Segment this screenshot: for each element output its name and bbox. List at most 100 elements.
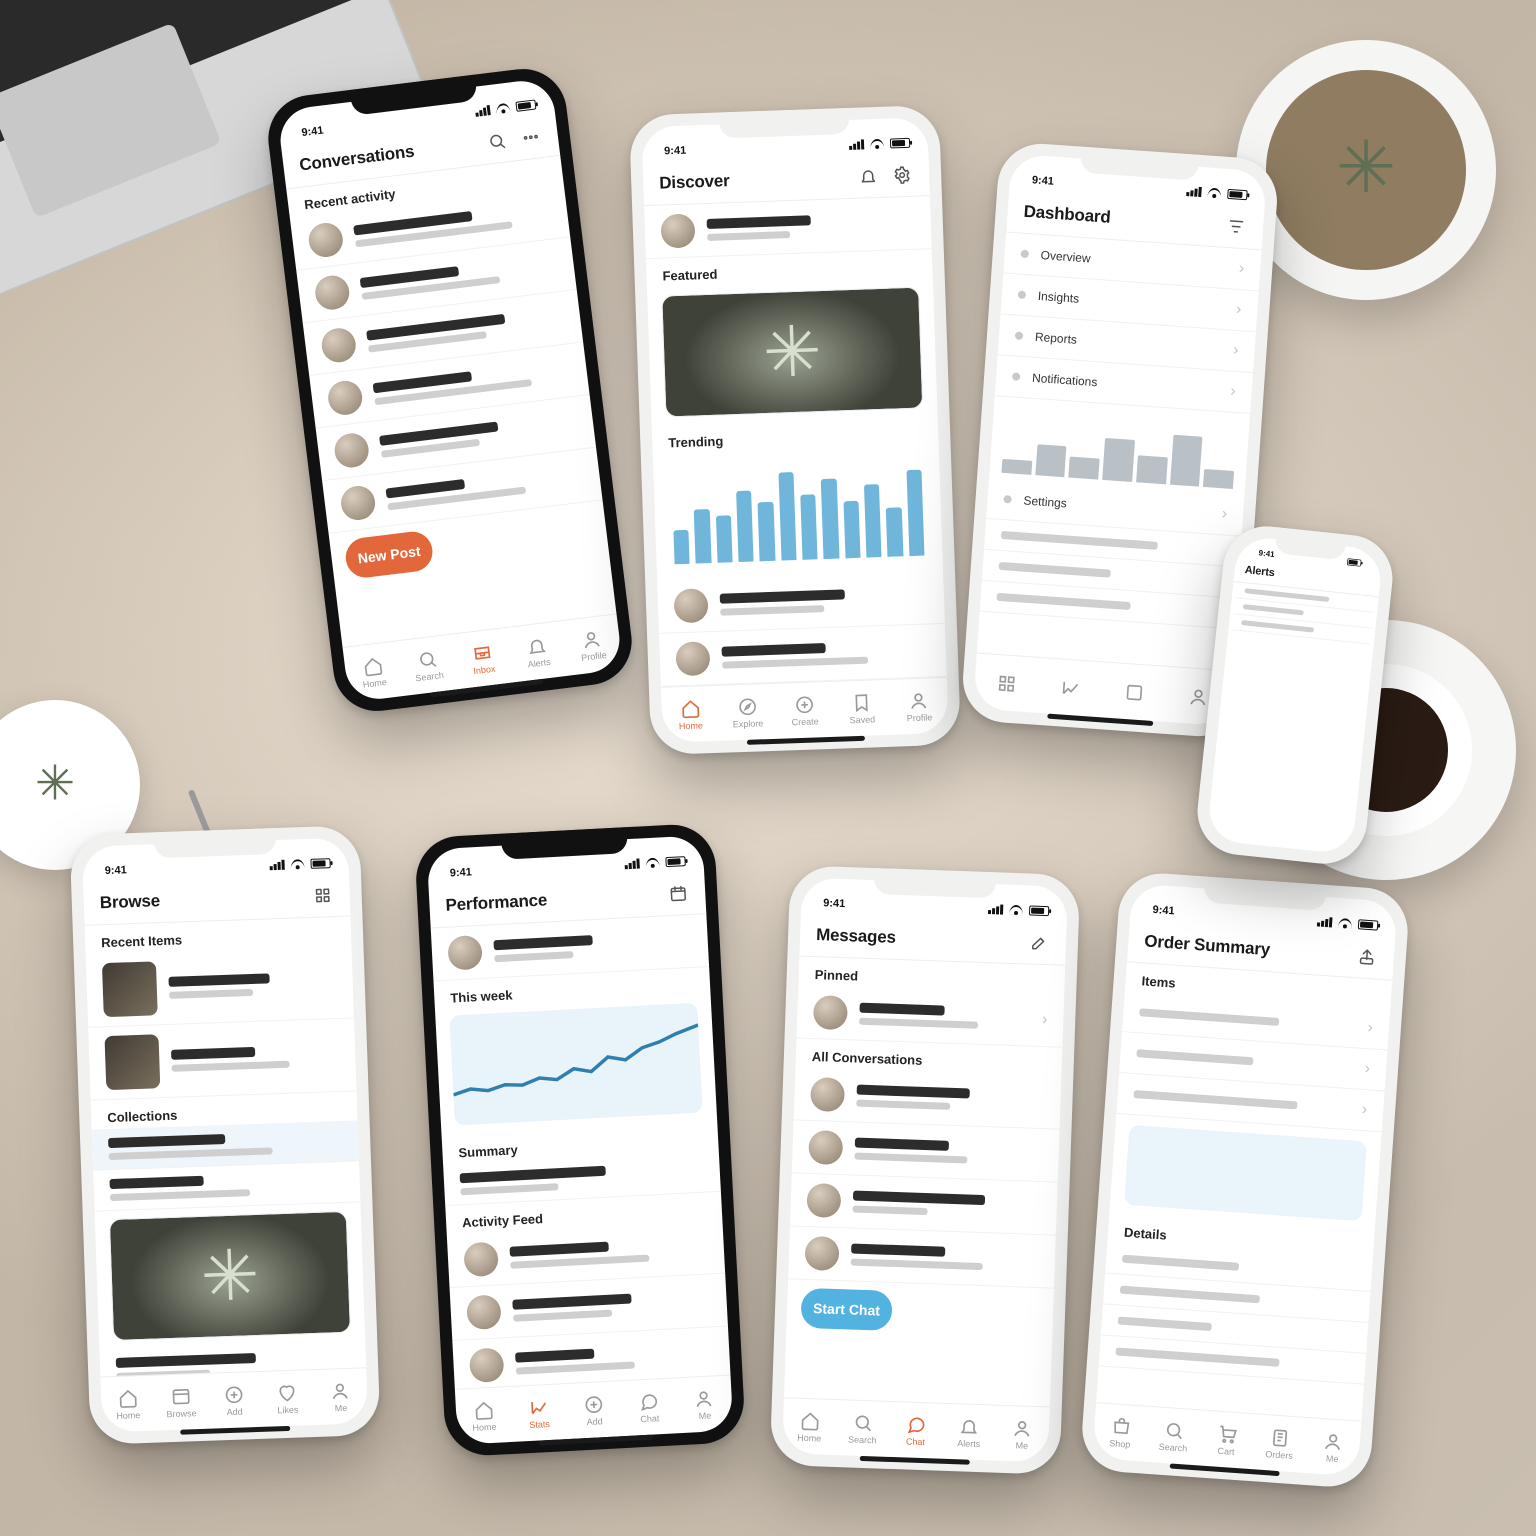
tab-profile[interactable]: Profile [890, 678, 949, 735]
list-item[interactable] [792, 1120, 1060, 1182]
tab-add[interactable]: Add [565, 1381, 623, 1439]
primary-cta-button[interactable]: New Post [343, 529, 434, 579]
list-item[interactable] [86, 945, 354, 1027]
tab-browse[interactable]: Browse [154, 1374, 209, 1431]
more-icon[interactable] [519, 125, 544, 150]
tab-likes[interactable]: Likes [260, 1370, 315, 1427]
list-item[interactable]: › [797, 985, 1065, 1047]
tab-home[interactable]: Home [455, 1387, 513, 1445]
tab-profile[interactable]: Profile [562, 614, 623, 675]
chevron-right-icon: › [1235, 301, 1242, 319]
phone-messages: 9:41 Conversations Recent activity New P… [263, 64, 636, 716]
tab-me[interactable]: Me [675, 1375, 733, 1433]
compose-icon[interactable] [1028, 931, 1051, 954]
tab-search[interactable]: Search [835, 1400, 890, 1457]
tab-home[interactable]: Home [661, 686, 720, 743]
tab-chat[interactable]: Chat [888, 1402, 943, 1459]
phone-order: 9:41 Order Summary Items › › › Details S… [1079, 871, 1410, 1490]
list-item[interactable] [790, 1173, 1058, 1235]
wifi-icon [645, 857, 660, 868]
page-title: Alerts [1244, 564, 1275, 579]
battery-icon [1358, 919, 1379, 930]
tab-stats[interactable]: Stats [510, 1384, 568, 1442]
mini-bar-chart[interactable] [1001, 403, 1237, 489]
page-title: Messages [816, 925, 896, 948]
clock: 9:41 [1031, 174, 1054, 188]
wifi-icon [496, 103, 511, 115]
list-item[interactable] [788, 1226, 1056, 1288]
image-thumbnail: ✳ [110, 1212, 350, 1340]
highlight-card[interactable] [1124, 1125, 1367, 1221]
cellular-icon [1186, 186, 1202, 197]
tab-explore[interactable]: Explore [718, 684, 777, 741]
list-item[interactable] [93, 1161, 360, 1211]
tab-me[interactable]: Me [995, 1406, 1050, 1463]
page-title: Dashboard [1023, 202, 1111, 228]
page-title: Order Summary [1144, 931, 1271, 960]
battery-icon [890, 138, 910, 149]
tab-inbox[interactable]: Inbox [452, 628, 513, 689]
tab-alerts[interactable]: Alerts [942, 1404, 997, 1461]
clock: 9:41 [664, 145, 686, 158]
tab-alerts[interactable]: Alerts [507, 621, 568, 682]
gear-icon[interactable] [891, 164, 914, 187]
list-item[interactable] [794, 1067, 1062, 1129]
phone-alerts-peek: 9:41 Alerts [1193, 522, 1397, 868]
image-card[interactable]: ✳ [109, 1211, 351, 1341]
tab-orders[interactable]: Orders [1251, 1414, 1308, 1473]
clock: 9:41 [450, 866, 473, 879]
chevron-right-icon: › [1364, 1060, 1371, 1078]
cellular-icon [1317, 916, 1333, 927]
tab-home[interactable]: Home [100, 1376, 155, 1433]
tab-item[interactable] [1101, 662, 1169, 721]
tab-item[interactable] [973, 654, 1041, 713]
tab-add[interactable]: Add [207, 1372, 262, 1429]
share-icon[interactable] [1355, 945, 1378, 968]
phone-discover: 9:41 Discover Featured ✳ Trending [629, 105, 961, 755]
tab-search[interactable]: Search [1145, 1407, 1202, 1466]
tab-cart[interactable]: Cart [1198, 1411, 1255, 1470]
tab-home[interactable]: Home [782, 1398, 837, 1455]
battery-icon [310, 858, 330, 869]
phone-chat: 9:41 Messages Pinned › All Conversations… [770, 865, 1081, 1475]
tab-saved[interactable]: Saved [832, 680, 891, 737]
page-title: Conversations [298, 142, 415, 176]
tab-item[interactable] [1037, 658, 1105, 717]
tab-search[interactable]: Search [397, 635, 458, 696]
calendar-icon[interactable] [667, 882, 690, 905]
tab-chat[interactable]: Chat [620, 1378, 678, 1436]
cellular-icon [269, 860, 284, 871]
wifi-icon [1338, 918, 1353, 929]
tab-bar: Home Search Chat Alerts Me [782, 1397, 1050, 1462]
bar-chart[interactable] [667, 451, 929, 570]
clock: 9:41 [823, 897, 845, 910]
succulent-prop [1236, 40, 1496, 300]
chevron-right-icon: › [1361, 1101, 1368, 1119]
primary-cta-button[interactable]: Start Chat [800, 1288, 892, 1331]
page-title: Browse [99, 891, 160, 913]
battery-icon [1029, 905, 1049, 916]
tab-create[interactable]: Create [775, 682, 834, 739]
list-item[interactable] [88, 1018, 356, 1100]
cellular-icon [988, 904, 1003, 915]
chevron-right-icon: › [1238, 260, 1245, 278]
battery-icon [1347, 558, 1362, 566]
tab-me[interactable]: Me [1305, 1418, 1362, 1477]
tab-home[interactable]: Home [343, 641, 404, 702]
tab-shop[interactable]: Shop [1092, 1403, 1149, 1462]
battery-icon [1227, 189, 1248, 200]
tab-bar: Home Explore Create Saved Profile [661, 677, 949, 743]
chevron-right-icon: › [1042, 1011, 1048, 1029]
page-title: Performance [445, 890, 548, 915]
tab-me[interactable]: Me [313, 1368, 368, 1425]
wifi-icon [870, 139, 884, 149]
line-chart[interactable] [449, 1003, 702, 1126]
filter-icon[interactable] [1224, 215, 1247, 238]
search-icon[interactable] [485, 129, 510, 154]
chevron-right-icon: › [1221, 505, 1228, 523]
grid-icon[interactable] [311, 884, 334, 907]
bell-icon[interactable] [857, 165, 880, 188]
wifi-icon [1207, 188, 1222, 199]
battery-icon [665, 856, 685, 867]
featured-card[interactable]: ✳ [661, 287, 923, 418]
